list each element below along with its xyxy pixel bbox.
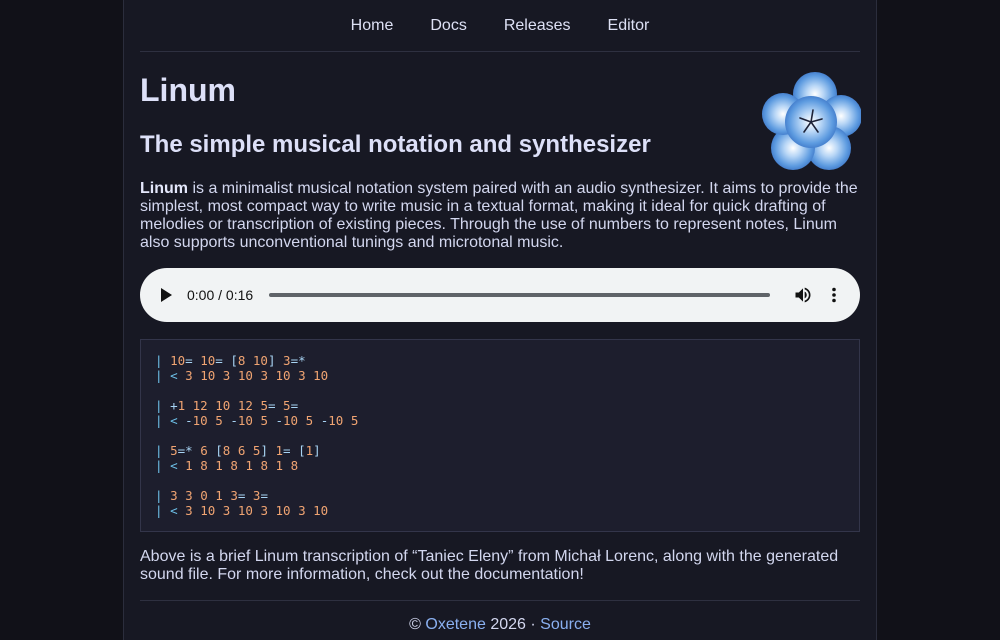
code-line: | < 3 10 3 10 3 10 3 10 (155, 368, 329, 383)
outro-paragraph: Above is a brief Linum transcription of … (140, 548, 839, 583)
intro-paragraph: Linum is a minimalist musical notation s… (140, 180, 860, 252)
play-icon[interactable] (161, 288, 172, 302)
more-vert-icon[interactable] (830, 285, 838, 305)
audio-time: 0:00 / 0:16 (187, 287, 254, 303)
page-title: Linum (140, 72, 236, 108)
code-line: | < 3 10 3 10 3 10 3 10 (155, 503, 329, 518)
code-block: | 10= 10= [8 10] 3=* | < 3 10 3 10 3 10 … (140, 339, 860, 532)
code-line: | +1 12 10 12 5= 5= (155, 398, 299, 413)
page-container: Home Docs Releases Editor Linum The simp… (123, 0, 877, 640)
volume-icon[interactable] (793, 285, 813, 305)
code-text: | 10= 10= [8 10] 3=* | < 3 10 3 10 3 10 … (155, 353, 358, 518)
page-subtitle: The simple musical notation and synthesi… (140, 131, 651, 158)
intro-bold: Linum (140, 180, 188, 197)
footer: © Oxetene 2026 · Source (140, 616, 860, 634)
audio-player[interactable]: 0:00 / 0:16 (140, 268, 860, 322)
nav-editor[interactable]: Editor (608, 17, 650, 35)
code-line: | 3 3 0 1 3= 3= (155, 488, 268, 503)
code-line: | 10= 10= [8 10] 3=* (155, 353, 306, 368)
nav-docs[interactable]: Docs (430, 17, 466, 35)
top-nav: Home Docs Releases Editor (140, 0, 860, 52)
code-line: | 5=* 6 [8 6 5] 1= [1] (155, 443, 321, 458)
code-line: | < -10 5 -10 5 -10 5 -10 5 (155, 413, 359, 428)
footer-divider (140, 600, 860, 601)
intro-text: is a minimalist musical notation system … (140, 180, 858, 251)
code-line: | < 1 8 1 8 1 8 1 8 (155, 458, 299, 473)
nav-home[interactable]: Home (351, 17, 394, 35)
nav-releases[interactable]: Releases (504, 17, 571, 35)
flower-logo-icon (762, 72, 861, 170)
audio-progress-track[interactable] (269, 293, 770, 297)
